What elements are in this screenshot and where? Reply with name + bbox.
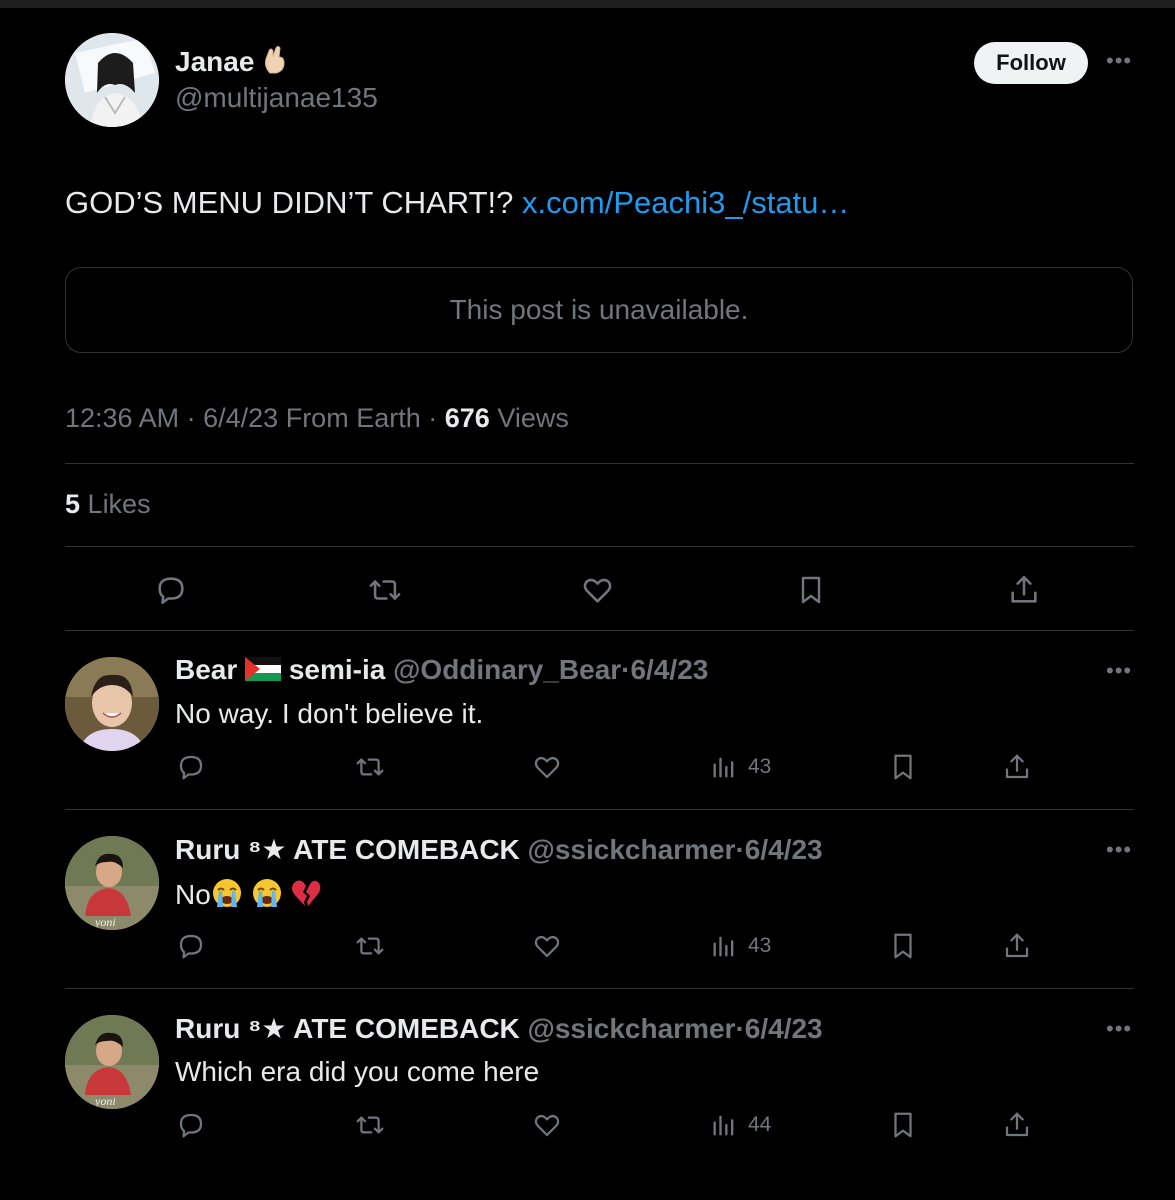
reply-views-count: 43 <box>748 755 772 778</box>
svg-text:yoni: yoni <box>94 915 116 929</box>
views-icon[interactable] <box>710 931 738 961</box>
reply-avatar[interactable]: yoni <box>65 836 159 930</box>
reply-action-bar: 43 <box>176 931 1036 961</box>
bookmark-icon[interactable] <box>888 1110 918 1140</box>
reply-handle[interactable]: @ssickcharmer <box>528 1013 736 1044</box>
divider <box>65 463 1134 464</box>
views-label: Views <box>497 403 569 433</box>
bookmark-icon[interactable] <box>888 752 918 782</box>
separator: · <box>186 403 196 433</box>
divider <box>65 546 1134 547</box>
follow-button[interactable]: Follow <box>974 42 1088 84</box>
reply-text: No way. I don't believe it. <box>175 698 484 729</box>
more-options-icon[interactable]: ••• <box>1106 48 1132 74</box>
author-handle[interactable]: @multijanae135 <box>175 82 378 114</box>
repost-icon[interactable] <box>354 1110 386 1140</box>
repost-icon[interactable] <box>354 752 386 782</box>
share-icon[interactable] <box>1007 573 1041 607</box>
quoted-post-unavailable-text: This post is unavailable. <box>449 294 749 325</box>
reply-author-name[interactable]: Ruru ⁸★ ATE COMEBACK <box>175 834 520 865</box>
views-count: 676 <box>444 403 490 433</box>
reply-author-name[interactable]: Bear <box>175 654 237 685</box>
reply-handle[interactable]: @ssickcharmer <box>528 834 736 865</box>
author-display-name[interactable]: Janae <box>175 46 254 77</box>
reply-avatar[interactable]: yoni <box>65 1015 159 1109</box>
tweet-date[interactable]: 6/4/23 <box>203 403 278 433</box>
reply-views-count: 44 <box>748 1113 772 1136</box>
divider <box>65 630 1134 631</box>
reply-avatar[interactable] <box>65 657 159 751</box>
broken-heart-icon <box>290 878 322 915</box>
separator: · <box>735 834 745 865</box>
like-icon[interactable] <box>580 573 615 607</box>
divider <box>65 988 1134 989</box>
bookmark-icon[interactable] <box>795 573 827 607</box>
top-bar <box>0 0 1175 8</box>
reply-icon[interactable] <box>176 1110 206 1140</box>
like-icon[interactable] <box>532 1110 562 1140</box>
more-options-icon[interactable]: ••• <box>1106 1016 1132 1042</box>
separator: · <box>735 1013 745 1044</box>
likes-label: Likes <box>87 489 151 519</box>
reply-handle[interactable]: @Oddinary_Bear <box>393 654 621 685</box>
reply-author-name-suffix[interactable]: semi-ia <box>289 654 386 685</box>
reply-icon[interactable] <box>176 752 206 782</box>
reply-text: No <box>175 877 322 916</box>
reply-author-name[interactable]: Ruru ⁸★ ATE COMEBACK <box>175 1013 520 1044</box>
likes-count: 5 <box>65 489 81 519</box>
bookmark-icon[interactable] <box>888 931 918 961</box>
share-icon[interactable] <box>1002 1110 1032 1140</box>
crying-face-icon <box>211 877 243 916</box>
more-options-icon[interactable]: ••• <box>1106 658 1132 684</box>
views-icon[interactable] <box>710 1110 738 1140</box>
tweet-link[interactable]: x.com/Peachi3_/statu… <box>522 185 849 220</box>
views-icon[interactable] <box>710 752 738 782</box>
like-icon[interactable] <box>532 931 562 961</box>
reply-date[interactable]: 6/4/23 <box>630 654 708 685</box>
divider <box>65 809 1134 810</box>
hand-icon <box>262 45 288 82</box>
crying-face-icon <box>251 877 283 916</box>
like-icon[interactable] <box>532 752 562 782</box>
share-icon[interactable] <box>1002 752 1032 782</box>
reply-action-bar: 44 <box>176 1110 1036 1140</box>
quoted-post-card[interactable]: This post is unavailable. <box>65 267 1133 353</box>
reply-date[interactable]: 6/4/23 <box>745 834 823 865</box>
repost-icon[interactable] <box>354 931 386 961</box>
tweet-location: From Earth <box>285 403 421 433</box>
reply-text-body: No <box>175 878 211 910</box>
reply-icon[interactable] <box>176 931 206 961</box>
reply-icon[interactable] <box>154 573 188 607</box>
tweet-text: GOD’S MENU DIDN’T CHART!? x.com/Peachi3_… <box>65 185 849 221</box>
share-icon[interactable] <box>1002 931 1032 961</box>
more-options-icon[interactable]: ••• <box>1106 837 1132 863</box>
reply-views-count: 43 <box>748 934 772 957</box>
author-avatar[interactable] <box>65 33 159 127</box>
tweet-meta: 12:36 AM · 6/4/23 From Earth · 676 Views <box>65 403 569 434</box>
svg-text:yoni: yoni <box>94 1094 116 1108</box>
palestine-flag-icon <box>245 656 282 688</box>
reply-date[interactable]: 6/4/23 <box>745 1013 823 1044</box>
separator: · <box>428 403 438 433</box>
reply-action-bar: 43 <box>176 752 1036 782</box>
reply-text: Which era did you come here <box>175 1056 540 1087</box>
repost-icon[interactable] <box>366 573 404 607</box>
tweet-body: GOD’S MENU DIDN’T CHART!? <box>65 185 514 220</box>
tweet-time[interactable]: 12:36 AM <box>65 403 179 433</box>
likes-summary[interactable]: 5 Likes <box>65 489 151 520</box>
